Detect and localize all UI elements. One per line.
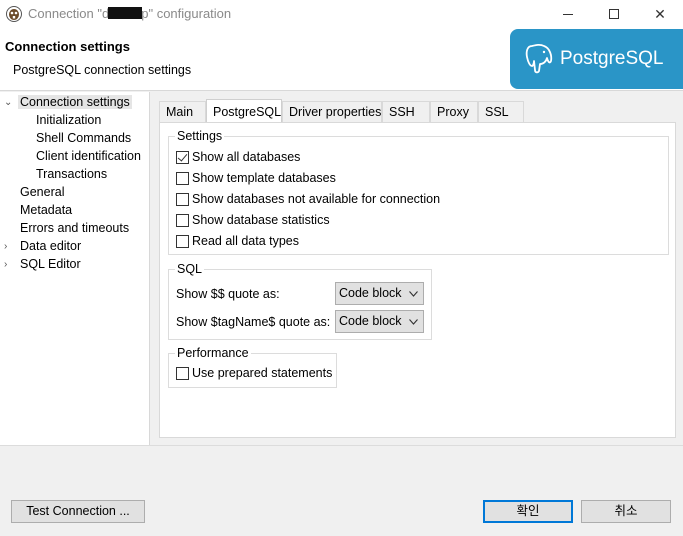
nav-item-label: Shell Commands bbox=[36, 131, 132, 145]
logo-text: PostgreSQL bbox=[560, 48, 664, 69]
nav-item-label: General bbox=[20, 185, 65, 199]
settings-nav-tree: ⌄ Connection settings Initialization She… bbox=[0, 92, 150, 445]
test-connection-button[interactable]: Test Connection ... bbox=[11, 500, 145, 523]
tab-label: Proxy bbox=[437, 105, 469, 119]
dialog-header: Connection settings PostgreSQL connectio… bbox=[0, 28, 683, 91]
cancel-button[interactable]: 취소 bbox=[581, 500, 671, 523]
tab-label: Driver properties bbox=[289, 105, 382, 119]
nav-item-label: Initialization bbox=[36, 113, 102, 127]
maximize-button[interactable] bbox=[591, 0, 637, 28]
checkbox-box[interactable] bbox=[176, 234, 189, 248]
window-title: Connection "d p" configuration bbox=[28, 6, 231, 21]
nav-item-label: Client identification bbox=[36, 149, 141, 163]
group-label: SQL bbox=[175, 262, 205, 276]
redaction-box bbox=[108, 7, 143, 19]
nav-item-transactions[interactable]: Transactions bbox=[36, 166, 107, 183]
nav-item-errors-and-timeouts[interactable]: Errors and timeouts bbox=[20, 220, 129, 237]
nav-item-initialization[interactable]: Initialization bbox=[36, 112, 101, 129]
show-database-statistics-checkbox[interactable]: Show database statistics bbox=[176, 212, 330, 228]
group-label: Performance bbox=[175, 346, 251, 360]
checkbox-label: Show template databases bbox=[192, 171, 336, 185]
select-value: Code block bbox=[339, 314, 402, 328]
dollar-quote-label: Show $$ quote as: bbox=[176, 287, 280, 301]
nav-item-label: Data editor bbox=[20, 239, 82, 253]
ok-button[interactable]: 확인 bbox=[483, 500, 573, 523]
tagname-quote-label: Show $tagName$ quote as: bbox=[176, 315, 331, 329]
sql-group: SQL Show $$ quote as: Code block Show $t… bbox=[168, 262, 432, 340]
nav-item-label: Errors and timeouts bbox=[20, 221, 130, 235]
tab-postgresql[interactable]: PostgreSQL bbox=[206, 99, 282, 123]
elephant-icon bbox=[525, 43, 553, 74]
tab-label: SSH bbox=[389, 105, 415, 119]
tab-proxy[interactable]: Proxy bbox=[430, 101, 478, 122]
show-all-databases-checkbox[interactable]: Show all databases bbox=[176, 149, 300, 165]
nav-item-label: Transactions bbox=[36, 167, 108, 181]
window-title-prefix: Connection "d bbox=[28, 6, 110, 21]
dollar-quote-select[interactable]: Code block bbox=[335, 282, 424, 305]
checkbox-label: Show all databases bbox=[192, 150, 301, 164]
checkbox-label: Show database statistics bbox=[192, 213, 330, 227]
maximize-icon bbox=[609, 9, 619, 19]
select-value: Code block bbox=[339, 286, 402, 300]
close-button[interactable]: ✕ bbox=[637, 0, 683, 28]
chevron-down-icon bbox=[408, 311, 418, 332]
nav-item-data-editor[interactable]: Data editor bbox=[20, 238, 81, 255]
tagname-quote-select[interactable]: Code block bbox=[335, 310, 424, 333]
settings-group: Settings Show all databases Show templat… bbox=[168, 129, 669, 255]
tab-driver-properties[interactable]: Driver properties bbox=[282, 101, 382, 122]
page-title: Connection settings bbox=[5, 39, 130, 54]
checkbox-label: Use prepared statements bbox=[192, 366, 333, 380]
nav-item-label: Metadata bbox=[20, 203, 73, 217]
page-subtitle: PostgreSQL connection settings bbox=[13, 63, 192, 77]
checkbox-label: Read all data types bbox=[192, 234, 300, 248]
checkbox-box[interactable] bbox=[176, 213, 189, 227]
show-unavailable-databases-checkbox[interactable]: Show databases not available for connect… bbox=[176, 191, 440, 207]
tab-main[interactable]: Main bbox=[159, 101, 206, 122]
title-bar: Connection "d p" configuration ✕ bbox=[0, 0, 683, 28]
group-label: Settings bbox=[175, 129, 225, 143]
nav-item-general[interactable]: General bbox=[20, 184, 64, 201]
show-template-databases-checkbox[interactable]: Show template databases bbox=[176, 170, 336, 186]
dbeaver-app-icon bbox=[6, 6, 22, 22]
expanded-chevron-icon[interactable]: ⌄ bbox=[4, 94, 14, 111]
tab-label: Main bbox=[166, 105, 194, 119]
performance-group: Performance Use prepared statements bbox=[168, 346, 337, 388]
checkbox-label: Show databases not available for connect… bbox=[192, 192, 441, 206]
close-icon: ✕ bbox=[654, 5, 666, 22]
chevron-down-icon bbox=[408, 283, 418, 304]
nav-item-shell-commands[interactable]: Shell Commands bbox=[36, 130, 131, 147]
checkbox-box[interactable] bbox=[176, 366, 189, 380]
minimize-icon bbox=[563, 13, 573, 15]
checkbox-box[interactable] bbox=[176, 192, 189, 206]
nav-item-metadata[interactable]: Metadata bbox=[20, 202, 72, 219]
read-all-data-types-checkbox[interactable]: Read all data types bbox=[176, 233, 299, 249]
tab-label: PostgreSQL bbox=[213, 105, 282, 119]
dialog-button-bar: Test Connection ... 확인 취소 bbox=[0, 445, 683, 536]
nav-item-connection-settings[interactable]: Connection settings bbox=[18, 94, 132, 111]
nav-item-label: Connection settings bbox=[18, 95, 132, 109]
tab-ssh[interactable]: SSH bbox=[382, 101, 430, 122]
nav-item-label: SQL Editor bbox=[20, 257, 81, 271]
postgresql-tab-panel: Settings Show all databases Show templat… bbox=[159, 122, 676, 438]
tab-ssl[interactable]: SSL bbox=[478, 101, 524, 122]
minimize-button[interactable] bbox=[545, 0, 591, 28]
collapsed-chevron-icon[interactable]: › bbox=[4, 256, 14, 273]
postgresql-logo: PostgreSQL bbox=[510, 29, 683, 89]
checkbox-box[interactable] bbox=[176, 150, 189, 164]
use-prepared-statements-checkbox[interactable]: Use prepared statements bbox=[176, 365, 332, 381]
nav-item-client-identification[interactable]: Client identification bbox=[36, 148, 141, 165]
checkbox-box[interactable] bbox=[176, 171, 189, 185]
window-title-suffix: p" configuration bbox=[141, 6, 232, 21]
tab-label: SSL bbox=[485, 105, 509, 119]
nav-item-sql-editor[interactable]: SQL Editor bbox=[20, 256, 81, 273]
collapsed-chevron-icon[interactable]: › bbox=[4, 238, 14, 255]
